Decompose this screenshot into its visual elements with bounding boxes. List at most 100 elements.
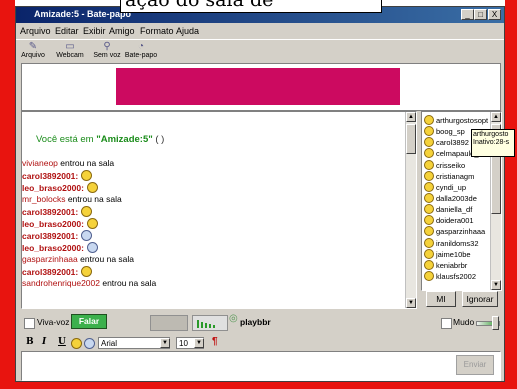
- message-text: entrou na sala: [57, 158, 115, 168]
- user-list-item[interactable]: arthurgostosopt: [424, 115, 488, 125]
- chat-log: Você está em "Amizade:5" ( ) vivianeop e…: [21, 111, 417, 309]
- user-list-item[interactable]: klausfs2002: [424, 271, 476, 281]
- mudo-checkbox[interactable]: [441, 318, 452, 329]
- size-select-value: 10: [179, 339, 188, 348]
- close-button[interactable]: X: [488, 9, 501, 20]
- user-name: boog_sp: [436, 127, 465, 136]
- message-user[interactable]: carol3892001:: [22, 231, 78, 241]
- nerd-emoticon-icon: [81, 230, 93, 241]
- user-name: keniabrbr: [436, 261, 468, 270]
- text-color-icon[interactable]: ¶: [212, 336, 218, 347]
- scroll-down-arrow-icon[interactable]: ▼: [406, 298, 416, 308]
- user-status-icon: [424, 238, 434, 248]
- scroll-up-arrow-icon[interactable]: ▲: [406, 112, 416, 122]
- user-status-icon: [424, 160, 434, 170]
- user-list-item[interactable]: boog_sp: [424, 126, 465, 136]
- user-list-item[interactable]: gasparzinhaaa: [424, 226, 485, 236]
- message-text: entrou na sala: [99, 278, 157, 288]
- menu-bar: Arquivo Editar Exibir Amigo Formato Ajud…: [16, 24, 504, 38]
- menu-editar[interactable]: Editar: [55, 26, 79, 36]
- chevron-down-icon[interactable]: ▼: [194, 338, 204, 348]
- menu-amigo[interactable]: Amigo: [109, 26, 135, 36]
- menu-arquivo[interactable]: Arquivo: [20, 26, 51, 36]
- slide-caption-text: ação do sala de: [125, 0, 274, 11]
- ignore-button[interactable]: Ignorar: [462, 291, 498, 307]
- welcome-line: Você está em "Amizade:5" ( ): [36, 134, 164, 145]
- chat-scroll-thumb[interactable]: [406, 124, 416, 154]
- vivavoz-label: Viva-voz: [37, 317, 70, 327]
- message-user[interactable]: mr_bolocks: [22, 194, 65, 204]
- user-list-item[interactable]: cristianagm: [424, 171, 474, 181]
- message-user[interactable]: leo_braso2000:: [22, 243, 84, 253]
- user-list-item[interactable]: keniabrbr: [424, 260, 467, 270]
- playbbr-label[interactable]: playbbr: [240, 317, 271, 327]
- tool-batepapo-button[interactable]: ◔ Bate-papo: [124, 41, 158, 59]
- send-button[interactable]: Enviar: [456, 355, 494, 375]
- user-status-icon: [424, 226, 434, 236]
- user-list-item[interactable]: carol3892: [424, 137, 469, 147]
- italic-button[interactable]: I: [42, 337, 46, 347]
- user-tooltip: arthurgosto Inativo:28-s: [471, 129, 515, 157]
- chat-scrollbar[interactable]: ▲ ▼: [405, 112, 416, 308]
- menu-ajuda[interactable]: Ajuda: [176, 26, 199, 36]
- menu-formato[interactable]: Formato: [140, 26, 174, 36]
- scroll-down-arrow-icon[interactable]: ▼: [491, 280, 501, 290]
- chat-message: sandrohenrique2002 entrou na sala: [22, 278, 156, 288]
- user-list-item[interactable]: daniella_df: [424, 204, 472, 214]
- user-list-item[interactable]: dalla2003de: [424, 193, 477, 203]
- message-user[interactable]: carol3892001:: [22, 207, 78, 217]
- message-user[interactable]: sandrohenrique2002: [22, 278, 100, 288]
- tool-semvoz-button[interactable]: ⚲ Sem voz: [92, 41, 122, 59]
- minimize-button[interactable]: _: [461, 9, 474, 20]
- room-name: "Amizade:5": [96, 134, 153, 145]
- vivavoz-checkbox[interactable]: [24, 318, 35, 329]
- falar-button[interactable]: Falar: [71, 314, 107, 329]
- webcam-icon: ▭: [65, 41, 75, 52]
- chat-message: carol3892001:: [22, 170, 93, 181]
- message-user[interactable]: vivianeop: [22, 158, 58, 168]
- tool-arquivo-button[interactable]: ✎ Arquivo: [20, 41, 46, 59]
- volume-meter: [150, 315, 188, 331]
- welcome-suffix: ( ): [152, 134, 165, 145]
- user-list-item[interactable]: doidera001: [424, 215, 474, 225]
- user-name: jaime10be: [436, 250, 471, 259]
- tool-webcam-button[interactable]: ▭ Webcam: [54, 41, 86, 59]
- red-frame-left: [0, 0, 15, 389]
- scroll-up-arrow-icon[interactable]: ▲: [491, 112, 501, 122]
- red-frame-bottom: [0, 382, 517, 389]
- user-name: klausfs2002: [436, 272, 477, 281]
- message-user[interactable]: carol3892001:: [22, 267, 78, 277]
- user-name: doidera001: [436, 216, 474, 225]
- message-user[interactable]: carol3892001:: [22, 171, 78, 181]
- user-status-icon: [424, 271, 434, 281]
- bold-button[interactable]: B: [26, 337, 34, 347]
- message-user[interactable]: leo_braso2000:: [22, 219, 84, 229]
- message-user[interactable]: gasparzinhaaa: [22, 254, 78, 264]
- window-title: Amizade:5 - Bate-papo: [34, 9, 132, 19]
- user-list-item[interactable]: iranildoms32: [424, 238, 479, 248]
- user-status-icon: [424, 137, 434, 147]
- message-user[interactable]: leo_braso2000:: [22, 183, 84, 193]
- welcome-prefix: Você está em: [36, 134, 97, 145]
- maximize-button[interactable]: □: [474, 9, 487, 20]
- menu-exibir[interactable]: Exibir: [83, 26, 106, 36]
- emoticon-picker-icon[interactable]: [71, 338, 82, 349]
- font-select-value: Arial: [101, 339, 118, 348]
- im-button[interactable]: MI: [426, 291, 456, 307]
- tool-webcam-label: Webcam: [56, 52, 84, 59]
- chat-message: leo_braso2000:: [22, 182, 98, 193]
- message-input[interactable]: [21, 351, 501, 381]
- user-list-item[interactable]: jaime10be: [424, 249, 471, 259]
- chat-message: leo_braso2000:: [22, 242, 98, 253]
- user-list-item[interactable]: cyndi_up: [424, 182, 466, 192]
- user-list-item[interactable]: crisseiko: [424, 160, 465, 170]
- banner-area: [21, 63, 501, 111]
- chevron-down-icon[interactable]: ▼: [160, 338, 170, 348]
- user-status-icon: [424, 215, 434, 225]
- ad-banner[interactable]: [116, 68, 400, 105]
- user-status-icon: [424, 171, 434, 181]
- volume-slider-handle[interactable]: [492, 316, 499, 330]
- nerd-emoticon-icon: [86, 242, 98, 253]
- nerd-emoticon-picker-icon[interactable]: [84, 338, 95, 349]
- underline-button[interactable]: U: [58, 337, 66, 347]
